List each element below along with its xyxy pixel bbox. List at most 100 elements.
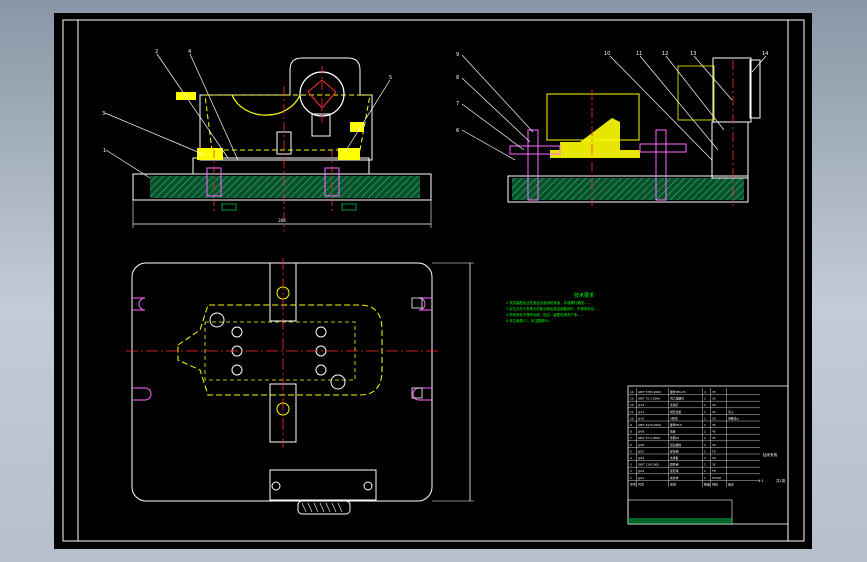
plan-pin-circle-2 xyxy=(330,374,346,390)
bom-cell: 1 xyxy=(704,416,706,420)
bom-cell: 8 xyxy=(630,430,632,434)
plan-hole-1 xyxy=(231,326,243,338)
title-scale: 1:1 xyxy=(758,479,764,483)
bom-cell: 2 xyxy=(630,469,632,473)
side-view: 9 8 7 6 10 11 12 13 14 xyxy=(456,51,768,206)
bom-cell: 3 xyxy=(630,463,632,467)
plan-hole-4 xyxy=(315,326,327,338)
front-leader-2 xyxy=(156,53,229,159)
bom-cell: JJ-11 xyxy=(637,410,644,414)
plan-clamp-top xyxy=(269,262,297,322)
plan-corner-mark-1 xyxy=(411,297,423,309)
bom-cell: 20 xyxy=(712,456,716,460)
side-leader-12 xyxy=(665,55,725,131)
side-dim-box xyxy=(677,65,715,121)
side-clamp-box xyxy=(712,57,752,123)
bom-cell: 2 xyxy=(704,436,706,440)
front-left-block xyxy=(197,148,223,160)
side-balloon-10: 10 xyxy=(604,51,610,57)
bom-cell: 35 xyxy=(712,397,716,401)
bom-cell: 内六角螺钉 xyxy=(670,397,684,401)
bom-cell: 12 xyxy=(630,403,634,407)
plan-hole-6 xyxy=(315,364,327,376)
bom-cell: 菱形销 xyxy=(670,469,679,473)
bom-cell: GB/T 97.1-2002 xyxy=(638,436,660,440)
bom-cell: 淬火 xyxy=(728,410,734,414)
title-block: 钻床夹具 1:1 共1张 14 GB/T 5783-2000 螺栓M8×25 4 351… xyxy=(627,385,789,525)
bom-cell: 9 xyxy=(630,423,632,427)
side-leader-8 xyxy=(461,77,531,143)
bom-cell: 支承板 xyxy=(670,456,679,460)
bom-cell: 2 xyxy=(704,463,706,467)
notes-line-1: 1.夹具装配后应在各结合面涂防锈油，并用螺钉紧固…… xyxy=(506,300,591,305)
bom-header-cell: 名称 xyxy=(670,481,676,486)
front-pin-stem xyxy=(311,113,331,137)
bom-cell: 定位销 xyxy=(670,449,679,453)
front-balloon-4: 4 xyxy=(188,49,191,55)
side-leader-6 xyxy=(461,129,516,161)
bom-cell: 45 xyxy=(712,403,716,407)
bom-cell: 1 xyxy=(704,410,706,414)
bom-cell: 2 xyxy=(704,423,706,427)
bom-cell: HT200 xyxy=(712,476,721,480)
notes-line-2: 2.定位元件与夹紧元件配合面应保证接触良好，不得有松动…… xyxy=(506,306,601,311)
bom-cell: 2 xyxy=(704,397,706,401)
bom-cell: 1 xyxy=(704,403,706,407)
bom-cell: 压板 xyxy=(670,430,676,434)
bom-cell: 45 xyxy=(712,430,716,434)
front-balloon-3: 3 xyxy=(102,111,105,117)
bom-cell: 圆柱销 xyxy=(670,463,679,467)
bom-cell: 35 xyxy=(712,463,716,467)
plan-slot-tl xyxy=(132,297,146,311)
bom-table: 14 GB/T 5783-2000 螺栓M8×25 4 3513 GB/T 70.1-20… xyxy=(628,388,760,487)
bom-cell: JJ-05 xyxy=(637,449,644,453)
bom-cell: T8 xyxy=(711,449,716,453)
title-drawing-name: 钻床夹具 xyxy=(763,452,778,457)
bom-cell: 1 xyxy=(704,476,706,480)
front-dim-text: 306 xyxy=(278,218,286,223)
front-leader-3 xyxy=(104,112,206,156)
bom-cell: 1 xyxy=(704,449,706,453)
front-tolerance-box2 xyxy=(341,203,357,211)
side-balloon-9: 9 xyxy=(456,52,459,58)
front-part-right xyxy=(350,122,364,132)
bom-cell: JJ-01 xyxy=(637,476,644,480)
front-right-block xyxy=(338,148,360,160)
side-balloon-13: 13 xyxy=(690,51,696,57)
bom-cell: 7 xyxy=(630,436,632,440)
side-balloon-12: 12 xyxy=(662,51,668,57)
bom-cell: 10 xyxy=(630,416,634,420)
bom-cell: 1 xyxy=(630,476,632,480)
bom-cell: GB/T 5783-2000 xyxy=(638,390,661,394)
side-leader-9 xyxy=(461,54,534,133)
bom-cell: 35 xyxy=(712,436,716,440)
bom-cell: JJ-02 xyxy=(637,469,644,473)
side-vblock xyxy=(550,118,640,158)
bom-cell: T8 xyxy=(711,469,716,473)
front-arc xyxy=(231,94,301,116)
plan-handle-nut-l xyxy=(271,481,281,491)
front-leader-1 xyxy=(105,149,151,179)
side-base-hatch xyxy=(512,178,744,200)
bom-cell: 4 xyxy=(704,390,706,394)
bom-cell: 侧定位板 xyxy=(670,410,681,414)
bom-cell: JJ-08 xyxy=(637,430,644,434)
side-leader-14 xyxy=(751,55,767,73)
bom-cell: 2 xyxy=(704,443,706,447)
plan-pin-circle xyxy=(209,312,225,328)
outer-frame xyxy=(62,19,805,542)
side-balloon-8: 8 xyxy=(456,75,459,81)
front-base-hatch xyxy=(150,176,420,198)
bom-cell: 35 xyxy=(712,443,716,447)
bom-cell: 45 xyxy=(712,410,716,414)
plan-handle-block xyxy=(269,469,377,501)
front-balloon-5: 5 xyxy=(389,75,392,81)
plan-knurl-lines xyxy=(301,502,343,513)
bom-cell: JJ-06 xyxy=(637,443,644,447)
front-leader-4 xyxy=(189,53,239,161)
notes-line-4: 4.未注倒角C1，未注圆角R2。 xyxy=(506,318,552,323)
bom-cell: 4 xyxy=(630,456,632,460)
notes-line-3: 3.所有零件不得有毛刺、锐边，装配前清洗干净…… xyxy=(506,312,584,317)
bom-cell: 1 xyxy=(704,469,706,473)
bom-cell: 2 xyxy=(704,456,706,460)
